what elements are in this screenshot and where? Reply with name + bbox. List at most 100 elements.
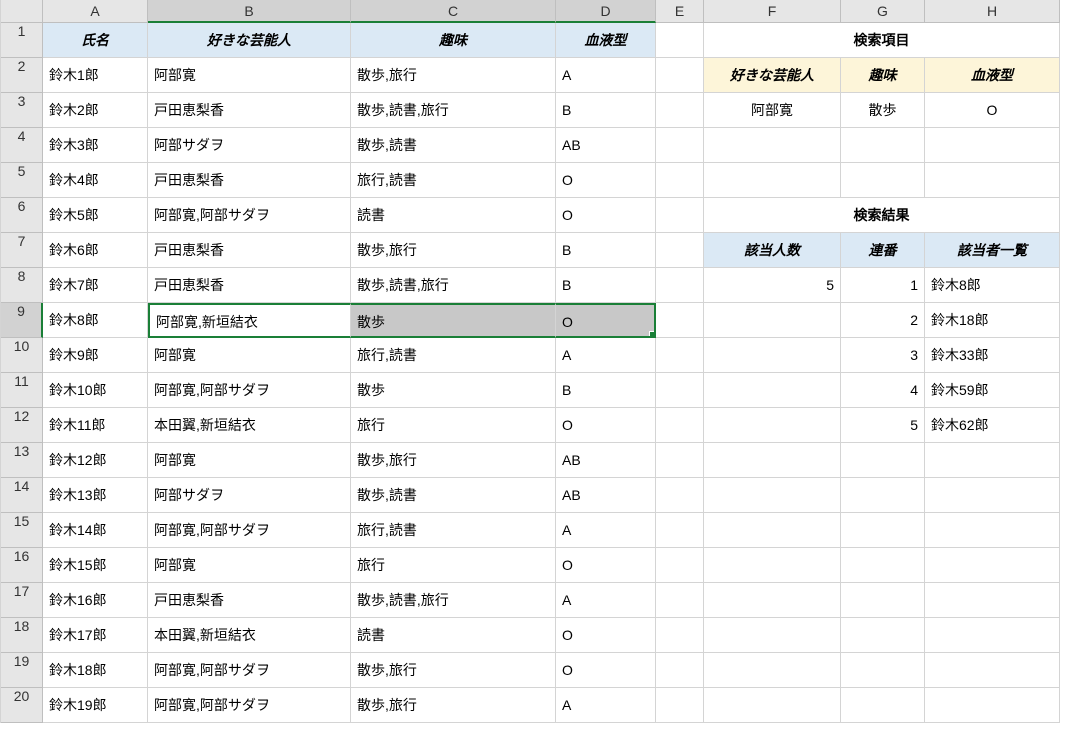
- result-header-name[interactable]: 該当者一覧: [925, 233, 1060, 268]
- cell-G13[interactable]: [841, 443, 925, 478]
- row-header-19[interactable]: 19: [1, 653, 43, 688]
- cell-H19[interactable]: [925, 653, 1060, 688]
- cell-D15[interactable]: A: [556, 513, 656, 548]
- cell-B10[interactable]: 阿部寛: [148, 338, 351, 373]
- col-header-C[interactable]: C: [351, 0, 556, 23]
- cell-C5[interactable]: 旅行,読書: [351, 163, 556, 198]
- result-header-no[interactable]: 連番: [841, 233, 925, 268]
- cell-C12[interactable]: 旅行: [351, 408, 556, 443]
- cell-F20[interactable]: [704, 688, 841, 723]
- cell-A19[interactable]: 鈴木18郎: [43, 653, 148, 688]
- cell-B8[interactable]: 戸田恵梨香: [148, 268, 351, 303]
- cell-H5[interactable]: [925, 163, 1060, 198]
- cell-A2[interactable]: 鈴木1郎: [43, 58, 148, 93]
- cell-F15[interactable]: [704, 513, 841, 548]
- cell-B18[interactable]: 本田翼,新垣結衣: [148, 618, 351, 653]
- cell-B13[interactable]: 阿部寛: [148, 443, 351, 478]
- header-celeb[interactable]: 好きな芸能人: [148, 23, 351, 58]
- cell-C19[interactable]: 散歩,旅行: [351, 653, 556, 688]
- cell-C17[interactable]: 散歩,読書,旅行: [351, 583, 556, 618]
- cell-F13[interactable]: [704, 443, 841, 478]
- row-header-8[interactable]: 8: [1, 268, 43, 303]
- result-name-5[interactable]: 鈴木62郎: [925, 408, 1060, 443]
- cell-E13[interactable]: [656, 443, 704, 478]
- row-header-13[interactable]: 13: [1, 443, 43, 478]
- cell-B5[interactable]: 戸田恵梨香: [148, 163, 351, 198]
- cell-G19[interactable]: [841, 653, 925, 688]
- cell-E18[interactable]: [656, 618, 704, 653]
- col-header-G[interactable]: G: [841, 0, 925, 23]
- cell-E6[interactable]: [656, 198, 704, 233]
- row-header-14[interactable]: 14: [1, 478, 43, 513]
- row-header-17[interactable]: 17: [1, 583, 43, 618]
- search-value-celeb[interactable]: 阿部寛: [704, 93, 841, 128]
- row-header-4[interactable]: 4: [1, 128, 43, 163]
- cell-D5[interactable]: O: [556, 163, 656, 198]
- cell-C3[interactable]: 散歩,読書,旅行: [351, 93, 556, 128]
- cell-E17[interactable]: [656, 583, 704, 618]
- cell-B2[interactable]: 阿部寛: [148, 58, 351, 93]
- result-name-1[interactable]: 鈴木8郎: [925, 268, 1060, 303]
- result-header-count[interactable]: 該当人数: [704, 233, 841, 268]
- cell-C2[interactable]: 散歩,旅行: [351, 58, 556, 93]
- cell-B14[interactable]: 阿部サダヲ: [148, 478, 351, 513]
- header-hobby[interactable]: 趣味: [351, 23, 556, 58]
- cell-C11[interactable]: 散歩: [351, 373, 556, 408]
- cell-G4[interactable]: [841, 128, 925, 163]
- cell-B4[interactable]: 阿部サダヲ: [148, 128, 351, 163]
- cell-E16[interactable]: [656, 548, 704, 583]
- search-value-blood[interactable]: O: [925, 93, 1060, 128]
- cell-B11[interactable]: 阿部寛,阿部サダヲ: [148, 373, 351, 408]
- cell-G5[interactable]: [841, 163, 925, 198]
- row-header-16[interactable]: 16: [1, 548, 43, 583]
- cell-A11[interactable]: 鈴木10郎: [43, 373, 148, 408]
- cell-C7[interactable]: 散歩,旅行: [351, 233, 556, 268]
- cell-C18[interactable]: 読書: [351, 618, 556, 653]
- cell-B7[interactable]: 戸田恵梨香: [148, 233, 351, 268]
- row-header-12[interactable]: 12: [1, 408, 43, 443]
- search-header-celeb[interactable]: 好きな芸能人: [704, 58, 841, 93]
- row-header-1[interactable]: 1: [1, 23, 43, 58]
- cell-D19[interactable]: O: [556, 653, 656, 688]
- cell-H4[interactable]: [925, 128, 1060, 163]
- search-header-hobby[interactable]: 趣味: [841, 58, 925, 93]
- cell-C8[interactable]: 散歩,読書,旅行: [351, 268, 556, 303]
- cell-B15[interactable]: 阿部寛,阿部サダヲ: [148, 513, 351, 548]
- col-header-B[interactable]: B: [148, 0, 351, 23]
- row-header-2[interactable]: 2: [1, 58, 43, 93]
- search-header-blood[interactable]: 血液型: [925, 58, 1060, 93]
- col-header-A[interactable]: A: [43, 0, 148, 23]
- cell-D7[interactable]: B: [556, 233, 656, 268]
- result-no-5[interactable]: 5: [841, 408, 925, 443]
- cell-G18[interactable]: [841, 618, 925, 653]
- cell-A16[interactable]: 鈴木15郎: [43, 548, 148, 583]
- cell-E10[interactable]: [656, 338, 704, 373]
- result-name-2[interactable]: 鈴木18郎: [925, 303, 1060, 338]
- search-section-title[interactable]: 検索項目: [704, 23, 1060, 58]
- cell-C16[interactable]: 旅行: [351, 548, 556, 583]
- cell-A5[interactable]: 鈴木4郎: [43, 163, 148, 198]
- cell-F19[interactable]: [704, 653, 841, 688]
- row-header-15[interactable]: 15: [1, 513, 43, 548]
- cell-G16[interactable]: [841, 548, 925, 583]
- select-all-corner[interactable]: [1, 0, 43, 23]
- cell-D20[interactable]: A: [556, 688, 656, 723]
- cell-B20[interactable]: 阿部寛,阿部サダヲ: [148, 688, 351, 723]
- cell-B17[interactable]: 戸田恵梨香: [148, 583, 351, 618]
- row-header-5[interactable]: 5: [1, 163, 43, 198]
- cell-E11[interactable]: [656, 373, 704, 408]
- cell-B16[interactable]: 阿部寛: [148, 548, 351, 583]
- result-name-4[interactable]: 鈴木59郎: [925, 373, 1060, 408]
- cell-H16[interactable]: [925, 548, 1060, 583]
- cell-A3[interactable]: 鈴木2郎: [43, 93, 148, 128]
- cell-E7[interactable]: [656, 233, 704, 268]
- cell-G15[interactable]: [841, 513, 925, 548]
- spreadsheet-grid[interactable]: A B C D E F G H 1 氏名 好きな芸能人 趣味 血液型 検索項目 …: [0, 0, 1065, 723]
- cell-A10[interactable]: 鈴木9郎: [43, 338, 148, 373]
- cell-F10[interactable]: [704, 338, 841, 373]
- cell-F11[interactable]: [704, 373, 841, 408]
- cell-D16[interactable]: O: [556, 548, 656, 583]
- cell-A7[interactable]: 鈴木6郎: [43, 233, 148, 268]
- row-header-3[interactable]: 3: [1, 93, 43, 128]
- cell-C6[interactable]: 読書: [351, 198, 556, 233]
